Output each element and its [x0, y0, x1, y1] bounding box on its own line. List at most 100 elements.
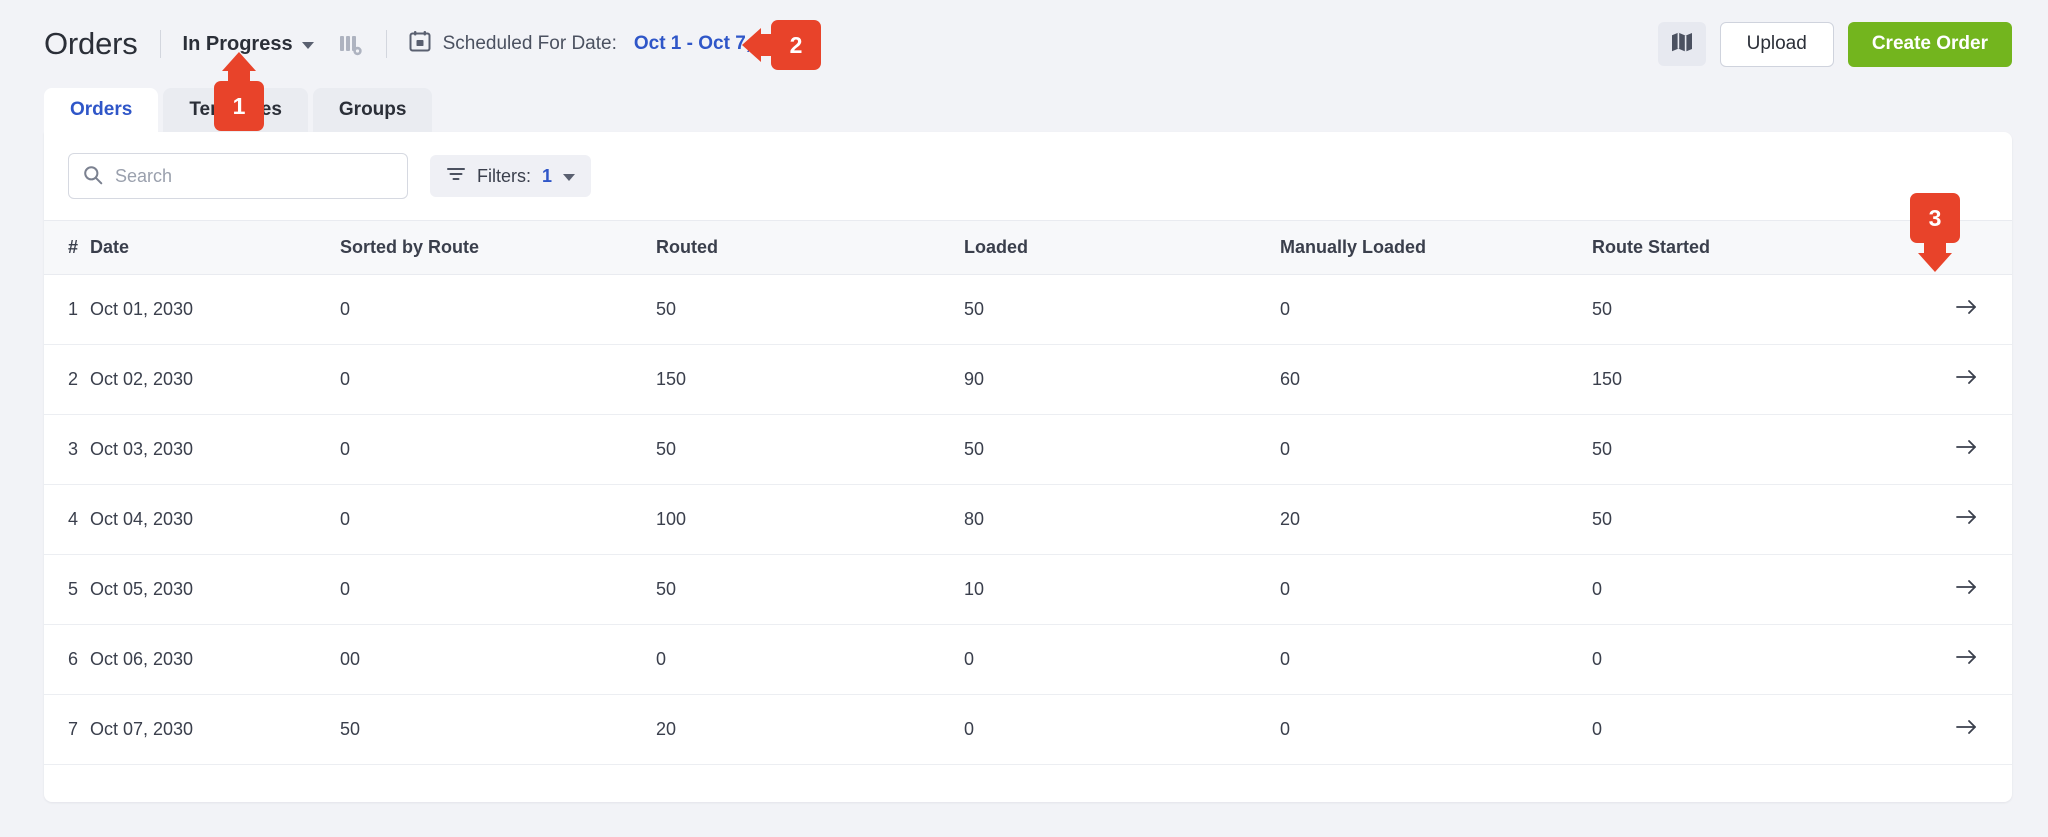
search-input[interactable] — [68, 153, 408, 199]
row-cell-route-started: 0 — [1592, 554, 1922, 625]
row-cell-sorted-by-route: 50 — [340, 694, 656, 765]
row-action-cell — [1922, 624, 2012, 695]
divider — [385, 30, 387, 58]
row-cell-manually-loaded: 0 — [1280, 694, 1592, 765]
upload-button[interactable]: Upload — [1719, 21, 1834, 67]
column-header-manually-loaded[interactable]: Manually Loaded — [1280, 220, 1592, 275]
filter-icon — [446, 165, 466, 188]
schedule-for-date: Scheduled For Date: Oct 1 - Oct 7, 2030 — [409, 30, 799, 58]
row-cell-date: Oct 02, 2030 — [90, 344, 340, 415]
row-cell-route-started: 50 — [1592, 484, 1922, 555]
row-cell-manually-loaded: 60 — [1280, 344, 1592, 415]
table-toolbar: Filters: 1 — [44, 132, 2012, 220]
row-cell-loaded: 50 — [964, 274, 1280, 345]
row-cell-index: 6 — [44, 624, 90, 695]
column-header-sorted-by-route[interactable]: Sorted by Route — [340, 220, 656, 275]
annotation-stem — [228, 71, 250, 81]
row-cell-sorted-by-route: 0 — [340, 344, 656, 415]
row-cell-date: Oct 03, 2030 — [90, 414, 340, 485]
row-cell-sorted-by-route: 0 — [340, 554, 656, 625]
column-header-actions — [1922, 220, 2012, 275]
row-cell-loaded: 10 — [964, 554, 1280, 625]
row-cell-manually-loaded: 0 — [1280, 414, 1592, 485]
row-cell-sorted-by-route: 0 — [340, 274, 656, 345]
row-action-cell — [1922, 344, 2012, 415]
row-cell-routed: 100 — [656, 484, 964, 555]
row-cell-route-started: 50 — [1592, 414, 1922, 485]
row-cell-manually-loaded: 20 — [1280, 484, 1592, 555]
row-cell-index: 4 — [44, 484, 90, 555]
table-row[interactable]: 2 Oct 02, 2030 0 150 90 60 150 — [44, 344, 2012, 415]
row-cell-sorted-by-route: 00 — [340, 624, 656, 695]
row-cell-index: 2 — [44, 344, 90, 415]
schedule-label: Scheduled For Date: — [442, 33, 617, 54]
row-cell-manually-loaded: 0 — [1280, 554, 1592, 625]
table-row[interactable]: 5 Oct 05, 2030 0 50 10 0 0 — [44, 554, 2012, 625]
column-header-loaded[interactable]: Loaded — [964, 220, 1280, 275]
status-filter-dropdown[interactable]: In Progress — [183, 33, 314, 56]
row-cell-route-started: 0 — [1592, 624, 1922, 695]
row-cell-loaded: 90 — [964, 344, 1280, 415]
tab-orders[interactable]: Orders — [44, 88, 159, 132]
arrow-right-icon[interactable] — [1956, 648, 1978, 666]
schedule-date-value[interactable]: Oct 1 - Oct 7, 2030 — [634, 33, 799, 55]
row-action-cell — [1922, 414, 2012, 485]
row-cell-index: 7 — [44, 694, 90, 765]
table-header: # Date Sorted by Route Routed Loaded Man… — [44, 220, 2012, 275]
page-title: Orders — [44, 26, 138, 61]
tab-territories[interactable]: Territories — [163, 88, 308, 132]
row-action-cell — [1922, 694, 2012, 765]
row-action-cell — [1922, 274, 2012, 345]
arrow-right-icon[interactable] — [1956, 438, 1978, 456]
map-icon — [1670, 30, 1694, 59]
filters-count: 1 — [542, 165, 553, 186]
row-cell-routed: 0 — [656, 624, 964, 695]
tab-bar: Orders Territories Groups — [0, 88, 2048, 132]
orders-card: Filters: 1 # Date Sorted by Route Routed… — [44, 132, 2012, 802]
table-row[interactable]: 7 Oct 07, 2030 50 20 0 0 0 — [44, 694, 2012, 765]
row-cell-date: Oct 01, 2030 — [90, 274, 340, 345]
top-bar: Orders In Progress Scheduled For Date: O… — [0, 0, 2048, 131]
create-order-button[interactable]: Create Order — [1847, 21, 2012, 67]
arrow-right-icon[interactable] — [1956, 298, 1978, 316]
arrow-right-icon[interactable] — [1956, 508, 1978, 526]
table-row[interactable]: 1 Oct 01, 2030 0 50 50 0 50 — [44, 274, 2012, 345]
row-cell-index: 1 — [44, 274, 90, 345]
arrow-right-icon[interactable] — [1956, 368, 1978, 386]
table-row[interactable]: 6 Oct 06, 2030 00 0 0 0 0 — [44, 624, 2012, 695]
map-icon-button[interactable] — [1657, 22, 1706, 66]
row-cell-loaded: 0 — [964, 624, 1280, 695]
row-action-cell — [1922, 484, 2012, 555]
column-header-route-started[interactable]: Route Started — [1592, 220, 1922, 275]
row-action-cell — [1922, 554, 2012, 625]
tab-groups[interactable]: Groups — [312, 88, 433, 132]
row-cell-routed: 50 — [656, 414, 964, 485]
row-cell-route-started: 0 — [1592, 694, 1922, 765]
row-cell-sorted-by-route: 0 — [340, 484, 656, 555]
table-body: 1 Oct 01, 2030 0 50 50 0 50 2 Oct 02, 2030 0 150 90… — [44, 274, 2012, 765]
row-cell-date: Oct 04, 2030 — [90, 484, 340, 555]
row-cell-date: Oct 07, 2030 — [90, 694, 340, 765]
status-filter-label: In Progress — [182, 32, 293, 55]
filters-dropdown-button[interactable]: Filters: 1 — [430, 155, 592, 197]
arrow-right-icon[interactable] — [1956, 718, 1978, 736]
row-cell-sorted-by-route: 0 — [340, 414, 656, 485]
arrow-right-icon[interactable] — [1956, 578, 1978, 596]
row-cell-index: 5 — [44, 554, 90, 625]
table-row[interactable]: 3 Oct 03, 2030 0 50 50 0 50 — [44, 414, 2012, 485]
row-cell-routed: 20 — [656, 694, 964, 765]
orders-table: # Date Sorted by Route Routed Loaded Man… — [44, 220, 2012, 765]
column-header-routed[interactable]: Routed — [656, 220, 964, 275]
row-cell-date: Oct 06, 2030 — [90, 624, 340, 695]
column-header-index[interactable]: # — [44, 220, 90, 275]
column-header-date[interactable]: Date — [90, 220, 340, 275]
table-row[interactable]: 4 Oct 04, 2030 0 100 80 20 50 — [44, 484, 2012, 555]
chevron-down-icon — [563, 174, 576, 181]
row-cell-loaded: 80 — [964, 484, 1280, 555]
calendar-icon — [409, 30, 431, 58]
row-cell-routed: 150 — [656, 344, 964, 415]
row-cell-loaded: 50 — [964, 414, 1280, 485]
columns-settings-icon[interactable] — [338, 31, 364, 57]
divider — [159, 30, 161, 58]
row-cell-manually-loaded: 0 — [1280, 274, 1592, 345]
